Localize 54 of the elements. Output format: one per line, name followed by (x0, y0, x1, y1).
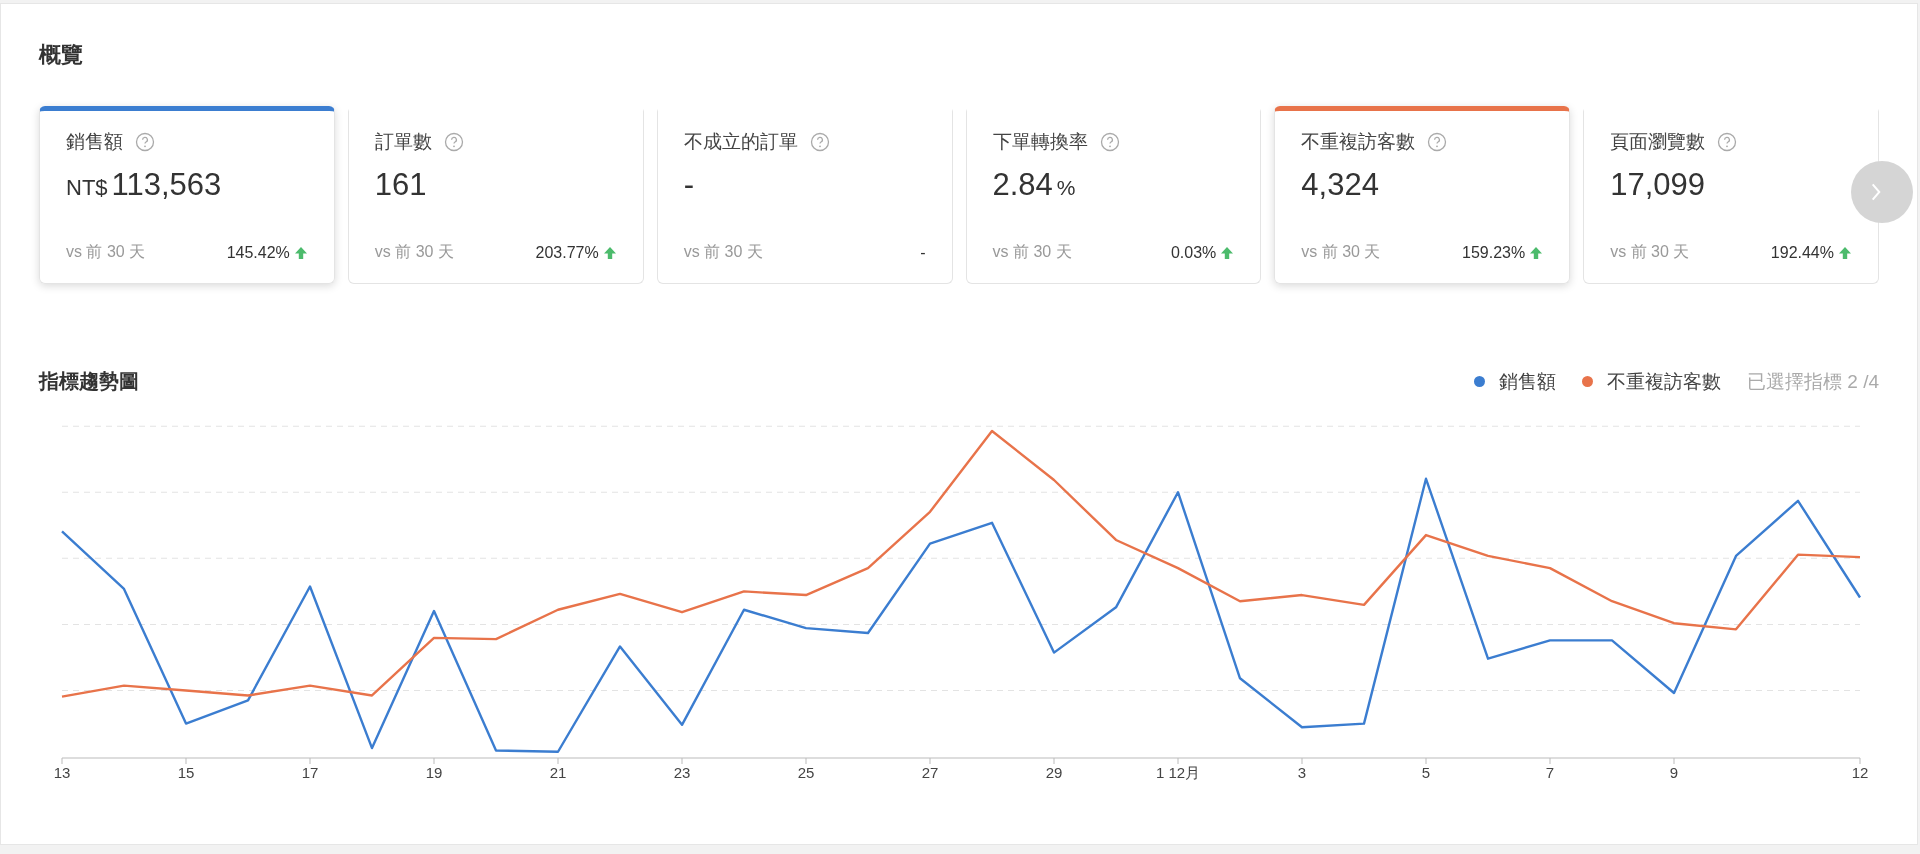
change-value: 192.44% (1770, 243, 1834, 262)
comparison-label: vs 前 30 天 (66, 242, 146, 262)
help-icon[interactable] (443, 132, 464, 152)
change-value: 0.03% (1170, 243, 1217, 262)
legend-label[interactable]: 不重複訪客數 (1607, 368, 1721, 395)
change-value: 159.23% (1462, 243, 1526, 262)
comparison-label: vs 前 30 天 (1301, 242, 1381, 262)
axis-label: 12 (1851, 764, 1869, 781)
chart-title: 指標趨勢圖 (39, 369, 139, 394)
comparison-label: vs 前 30 天 (1610, 242, 1690, 262)
metric-value: 17,099 (1610, 167, 1705, 203)
axis-label: 27 (921, 764, 939, 781)
comparison-label: vs 前 30 天 (683, 242, 763, 262)
chevron-right-icon (1869, 181, 1883, 203)
help-icon[interactable] (1717, 132, 1738, 152)
comparison-label: vs 前 30 天 (992, 242, 1072, 262)
metric-value: 113,563 (111, 167, 222, 203)
change-value: - (920, 243, 926, 262)
axis-label: 9 (1669, 764, 1679, 781)
metric-label: 頁面瀏覽數 (1610, 130, 1706, 154)
comparison-label: vs 前 30 天 (374, 242, 454, 262)
metric-label: 訂單數 (374, 130, 432, 154)
axis-label: 23 (673, 764, 691, 781)
change-value: 203.77% (535, 243, 599, 262)
help-icon[interactable] (1427, 132, 1448, 152)
axis-label: 7 (1545, 764, 1555, 781)
metric-value: 2.84 (992, 167, 1053, 203)
metric-label: 下單轉換率 (992, 130, 1088, 154)
metric-label: 不重複訪客數 (1301, 130, 1416, 154)
axis-label: 1 12月 (1155, 764, 1201, 783)
metric-label: 銷售額 (66, 130, 123, 154)
metric-card[interactable]: 銷售額 NT$113,563 vs 前 30 天 145.42% (39, 106, 335, 284)
metric-card[interactable]: 不重複訪客數 4,324 vs 前 30 天 159.23% (1274, 106, 1571, 284)
currency-label: NT$ (66, 175, 108, 201)
unit-label: % (1056, 176, 1076, 200)
section-title: 概覽 (39, 41, 84, 69)
axis-label: 19 (425, 764, 443, 781)
axis-label: 25 (797, 764, 815, 781)
axis-label: 3 (1297, 764, 1307, 781)
help-icon[interactable] (135, 132, 155, 152)
metric-value: - (683, 167, 694, 203)
axis-label: 29 (1045, 764, 1063, 781)
metric-value: 161 (374, 167, 427, 203)
axis-label: 15 (177, 764, 195, 781)
axis-label: 5 (1421, 764, 1431, 781)
axis-label: 21 (549, 764, 567, 781)
legend-label[interactable]: 銷售額 (1499, 368, 1556, 395)
axis-label: 17 (301, 764, 319, 781)
metric-label: 不成立的訂單 (683, 130, 798, 154)
help-icon[interactable] (809, 132, 830, 152)
metric-value: 4,324 (1301, 167, 1379, 203)
axis-label: 13 (53, 764, 71, 781)
change-value: 145.42% (226, 243, 290, 262)
help-icon[interactable] (1099, 132, 1120, 152)
